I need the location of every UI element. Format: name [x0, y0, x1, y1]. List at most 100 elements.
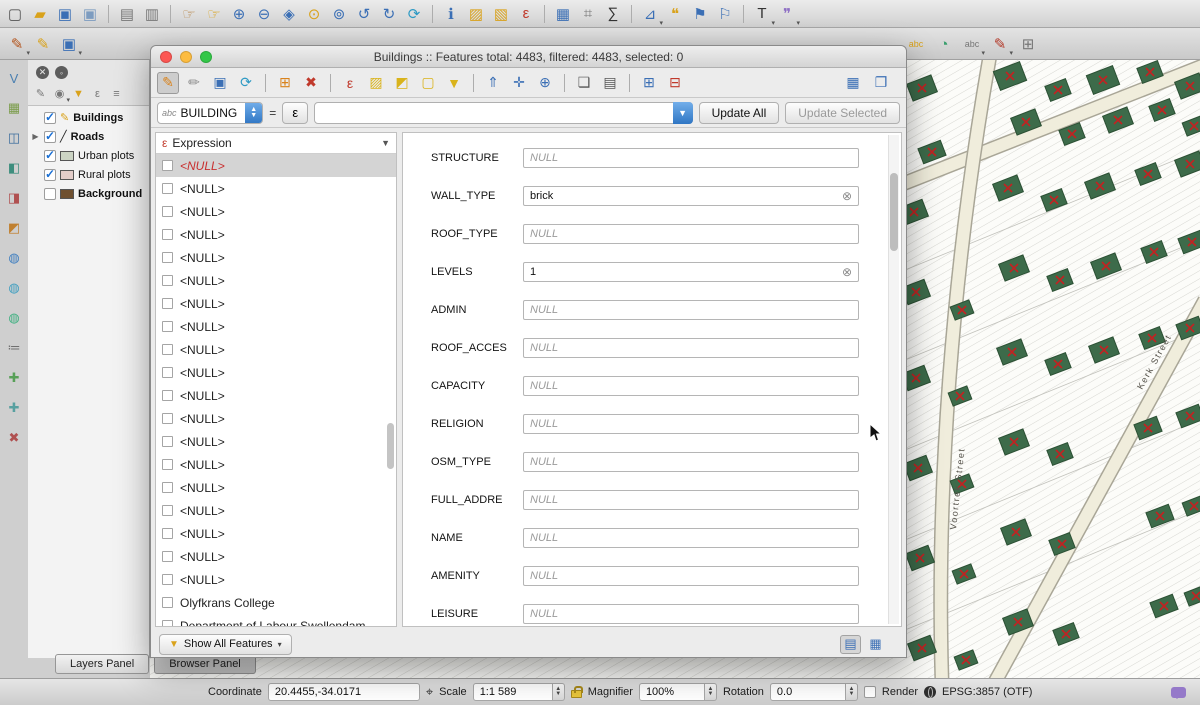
- feature-checkbox[interactable]: [162, 275, 173, 286]
- epsg-label[interactable]: EPSG:3857 (OTF): [942, 686, 1032, 698]
- invert-selection-icon[interactable]: ◩: [391, 72, 413, 94]
- delete-selected-icon[interactable]: ✖: [300, 72, 322, 94]
- add-spatialite-layer-icon[interactable]: ◧: [4, 158, 24, 178]
- pan-to-selection-icon[interactable]: ✛: [508, 72, 530, 94]
- coordinate-input[interactable]: 20.4455,-34.0171: [268, 683, 420, 701]
- show-all-features-button[interactable]: ▼ Show All Features ▾: [159, 634, 292, 655]
- table-view-icon[interactable]: ▦: [865, 635, 886, 654]
- layer-visibility-checkbox[interactable]: [44, 150, 56, 162]
- select-by-expression-icon[interactable]: ε: [515, 3, 537, 25]
- feature-checkbox[interactable]: [162, 574, 173, 585]
- conditional-formatting-icon[interactable]: ▦: [842, 72, 864, 94]
- feature-list-item[interactable]: <NULL>: [156, 453, 396, 476]
- expand-collapse-icon[interactable]: ≡: [108, 85, 125, 102]
- feature-list-item[interactable]: <NULL>: [156, 407, 396, 430]
- feature-list-item[interactable]: <NULL>: [156, 338, 396, 361]
- feature-checkbox[interactable]: [162, 528, 173, 539]
- map-tips-icon[interactable]: ❝: [664, 3, 686, 25]
- feature-checkbox[interactable]: [162, 206, 173, 217]
- field-input[interactable]: NULL: [523, 566, 859, 586]
- reload-icon[interactable]: ⟳: [235, 72, 257, 94]
- layer-visibility-checkbox[interactable]: [44, 112, 56, 124]
- zoom-to-selection-icon[interactable]: ⊕: [534, 72, 556, 94]
- rotation-spin[interactable]: 0.0 ▲▼: [770, 683, 858, 701]
- field-input[interactable]: NULL: [523, 528, 859, 548]
- feature-list-item[interactable]: <NULL>: [156, 499, 396, 522]
- zoom-next-icon[interactable]: ↻: [378, 3, 400, 25]
- expression-builder-button[interactable]: ε: [282, 102, 308, 124]
- layer-item[interactable]: ▶╱Roads: [28, 127, 149, 146]
- layer-item[interactable]: ✎Buildings: [28, 108, 149, 127]
- filter-legend-icon[interactable]: ▼: [70, 85, 87, 102]
- new-bookmark-icon[interactable]: ⚑: [689, 3, 711, 25]
- add-oracle-layer-icon[interactable]: ◩: [4, 218, 24, 238]
- feature-list-item[interactable]: <NULL>: [156, 223, 396, 246]
- refresh-icon[interactable]: ⟳: [403, 3, 425, 25]
- feature-checkbox[interactable]: [162, 367, 173, 378]
- save-edits-icon[interactable]: ▣: [209, 72, 231, 94]
- form-scrollbar[interactable]: [888, 135, 899, 624]
- feature-list-scrollbar[interactable]: [387, 423, 394, 469]
- remove-layer-icon[interactable]: ✖: [4, 428, 24, 448]
- feature-checkbox[interactable]: [162, 413, 173, 424]
- feature-checkbox[interactable]: [162, 252, 173, 263]
- feature-list-item[interactable]: <NULL>: [156, 292, 396, 315]
- zoom-window-icon[interactable]: [200, 51, 212, 63]
- feature-list-item[interactable]: <NULL>: [156, 545, 396, 568]
- zoom-full-icon[interactable]: ◈: [278, 3, 300, 25]
- scale-combo[interactable]: 1:1 589 ▲▼: [473, 683, 565, 701]
- add-postgis-layer-icon[interactable]: ◫: [4, 128, 24, 148]
- feature-list-item[interactable]: Olyfkrans College: [156, 591, 396, 614]
- update-all-button[interactable]: Update All: [699, 102, 780, 124]
- dock-attribute-table-icon[interactable]: ❐: [870, 72, 892, 94]
- field-input[interactable]: brick⊗: [523, 186, 859, 206]
- select-features-icon[interactable]: ▨: [465, 3, 487, 25]
- select-by-expression-icon[interactable]: ε: [339, 72, 361, 94]
- add-feature-icon[interactable]: ⊞: [274, 72, 296, 94]
- pan-to-selection-icon[interactable]: ☞: [203, 3, 225, 25]
- add-raster-layer-icon[interactable]: ▦: [4, 98, 24, 118]
- copy-icon[interactable]: ❏: [573, 72, 595, 94]
- feature-checkbox[interactable]: [162, 436, 173, 447]
- feature-list-item[interactable]: <NULL>: [156, 200, 396, 223]
- field-input[interactable]: NULL: [523, 224, 859, 244]
- extent-toggle-icon[interactable]: ⌖: [426, 684, 433, 700]
- show-bookmarks-icon[interactable]: ⚐: [714, 3, 736, 25]
- toggle-editing-icon[interactable]: ✎: [157, 72, 179, 94]
- layer-visibility-checkbox[interactable]: [44, 131, 56, 143]
- feature-list-item[interactable]: <NULL>: [156, 476, 396, 499]
- manage-themes-icon[interactable]: ◉▾: [51, 85, 68, 102]
- zoom-to-selection-icon[interactable]: ⊙: [303, 3, 325, 25]
- multiedit-icon[interactable]: ✏: [183, 72, 205, 94]
- expression-input[interactable]: ▼: [314, 102, 692, 124]
- composer-manager-icon[interactable]: ▥: [141, 3, 163, 25]
- layer-item[interactable]: Rural plots: [28, 165, 149, 184]
- minimize-window-icon[interactable]: [180, 51, 192, 63]
- move-selection-top-icon[interactable]: ⇑: [482, 72, 504, 94]
- deselect-features-icon[interactable]: ▧: [490, 3, 512, 25]
- close-window-icon[interactable]: [160, 51, 172, 63]
- form-scrollbar-thumb[interactable]: [890, 173, 898, 251]
- feature-filter-selector[interactable]: ε Expression ▼: [156, 133, 396, 154]
- dialog-titlebar[interactable]: Buildings :: Features total: 4483, filte…: [151, 46, 906, 68]
- scale-lock-icon[interactable]: [571, 690, 582, 698]
- feature-checkbox[interactable]: [162, 551, 173, 562]
- field-input[interactable]: NULL: [523, 414, 859, 434]
- pan-map-icon[interactable]: ☞: [178, 3, 200, 25]
- add-delimited-text-icon[interactable]: ≔: [4, 338, 24, 358]
- layer-visibility-checkbox[interactable]: [44, 169, 56, 181]
- text-annotation-icon[interactable]: T▾: [751, 3, 773, 25]
- scale-stepper[interactable]: ▲▼: [553, 683, 565, 701]
- layer-labeling-icon[interactable]: abc: [905, 33, 927, 55]
- zoom-out-icon[interactable]: ⊖: [253, 3, 275, 25]
- field-input[interactable]: NULL: [523, 376, 859, 396]
- rotation-stepper[interactable]: ▲▼: [846, 683, 858, 701]
- layer-styling-icon[interactable]: ✎: [32, 85, 49, 102]
- feature-checkbox[interactable]: [162, 459, 173, 470]
- feature-list-item[interactable]: <NULL>: [156, 154, 396, 177]
- render-checkbox[interactable]: [864, 686, 876, 698]
- feature-list-item[interactable]: <NULL>: [156, 177, 396, 200]
- magnifier-value[interactable]: 100%: [639, 683, 705, 701]
- feature-checkbox[interactable]: [162, 183, 173, 194]
- new-project-icon[interactable]: ▢: [4, 3, 26, 25]
